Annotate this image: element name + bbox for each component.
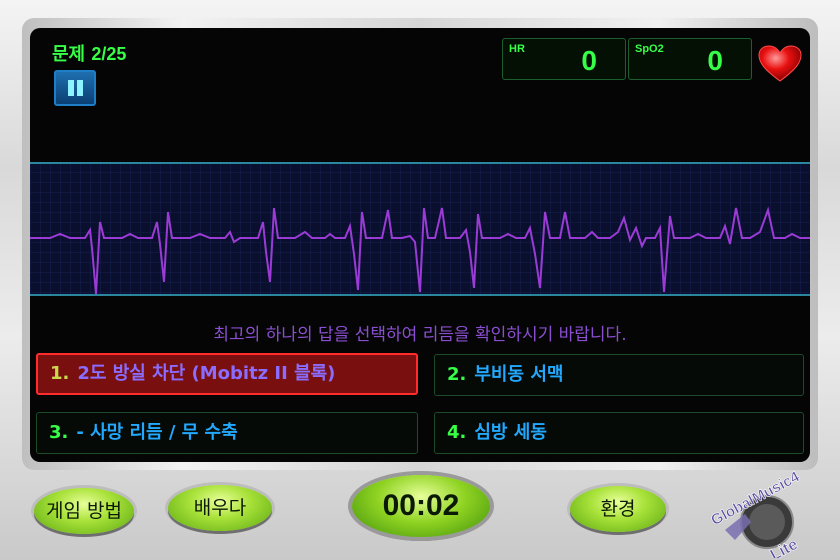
learn-button[interactable]: 배우다 <box>168 485 272 531</box>
ecg-strip <box>30 162 810 296</box>
globalmusic4-logo: GlobalMusic4 Lite <box>708 470 803 558</box>
option-number: 4. <box>447 422 467 443</box>
settings-button[interactable]: 환경 <box>570 486 666 532</box>
question-prompt: 최고의 하나의 답을 선택하여 리듬을 확인하시기 바랍니다. <box>213 325 627 345</box>
question-counter: 문제 2/25 <box>52 40 126 66</box>
monitor-screen: 문제 2/25 HR 0 SpO2 0 최고의 하나의 답을 선택하여 리듬을 … <box>30 28 810 462</box>
pause-icon <box>68 80 74 96</box>
option-number: 1. <box>50 363 70 384</box>
hr-value: 0 <box>581 45 597 76</box>
option-text: 부비동 서맥 <box>474 364 564 385</box>
option-number: 3. <box>49 422 69 443</box>
timer-display: 00:02 <box>352 475 490 537</box>
answer-option-2[interactable]: 2. 부비동 서맥 <box>434 354 804 396</box>
heart-icon <box>758 45 802 82</box>
hr-label: HR <box>509 43 525 55</box>
answer-option-3[interactable]: 3. - 사망 리듬 / 무 수축 <box>36 412 418 454</box>
option-text: 2도 방실 차단 (Mobitz II 블록) <box>77 363 336 384</box>
option-text: 심방 세동 <box>474 422 547 443</box>
option-text: - 사망 리듬 / 무 수축 <box>76 422 238 443</box>
how-to-play-button[interactable]: 게임 방법 <box>34 488 134 534</box>
question-label: 문제 <box>52 44 86 65</box>
spo2-value: 0 <box>707 45 723 76</box>
answer-option-4[interactable]: 4. 심방 세동 <box>434 412 804 454</box>
answer-option-1[interactable]: 1. 2도 방실 차단 (Mobitz II 블록) <box>36 353 418 395</box>
pause-icon-bar <box>77 80 83 96</box>
spo2-label: SpO2 <box>635 43 664 55</box>
question-progress: 2/25 <box>91 44 127 64</box>
spo2-display: SpO2 0 <box>628 38 752 80</box>
pause-button[interactable] <box>54 70 96 106</box>
option-number: 2. <box>447 364 467 385</box>
hr-display: HR 0 <box>502 38 626 80</box>
